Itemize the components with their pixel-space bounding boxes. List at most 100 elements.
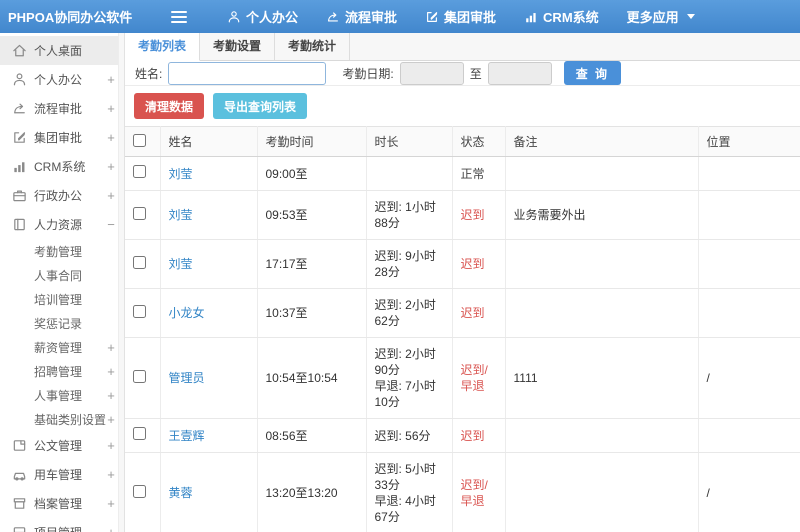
- sidebar-subitem-招聘管理[interactable]: 招聘管理 +: [0, 359, 124, 383]
- tab-考勤设置[interactable]: 考勤设置: [200, 33, 276, 60]
- search-button[interactable]: 查 询: [563, 61, 622, 85]
- attendance-time-cell: 17:17至: [257, 239, 367, 289]
- sidebar-scrollbar[interactable]: [118, 33, 124, 532]
- row-checkbox[interactable]: [133, 369, 146, 383]
- tab-strip: 考勤列表 考勤设置 考勤统计: [125, 33, 800, 61]
- menu-toggle-icon[interactable]: [171, 10, 187, 23]
- sidebar-item-8[interactable]: 公文管理 +: [0, 431, 124, 460]
- employee-name-link[interactable]: 小龙女: [169, 306, 205, 320]
- column-header-3: 时长: [366, 126, 453, 157]
- sidebar-item-label: CRM系统: [34, 160, 86, 174]
- location-cell: [698, 418, 800, 453]
- top-nav-label: CRM系统: [543, 10, 599, 25]
- duration-line: 迟到: 5小时33分: [374, 462, 436, 492]
- expand-icon[interactable]: +: [106, 340, 116, 355]
- sidebar-item-2[interactable]: 个人办公 +: [0, 65, 124, 94]
- duration-cell: 迟到: 1小时88分: [366, 190, 453, 240]
- sidebar-subitem-label: 招聘管理: [34, 364, 83, 379]
- table-row: 管理员 10:54至10:54 迟到: 2小时90分 早退: 7小时10分 迟到/早退 1…: [125, 337, 800, 419]
- note-cell: 1111: [505, 337, 699, 419]
- top-nav-item-4[interactable]: CRM系统: [510, 0, 613, 33]
- sidebar-subitem-基础类别设置[interactable]: 基础类别设置 +: [0, 407, 124, 431]
- share-icon: [326, 10, 340, 24]
- top-nav-item-3[interactable]: 集团审批: [411, 0, 510, 33]
- row-checkbox[interactable]: [133, 427, 146, 440]
- expand-icon[interactable]: +: [106, 159, 116, 174]
- employee-name-link[interactable]: 刘莹: [169, 208, 193, 222]
- expand-icon[interactable]: +: [106, 130, 116, 145]
- export-list-button[interactable]: 导出查询列表: [213, 93, 308, 119]
- sidebar-item-5[interactable]: CRM系统 +: [0, 152, 124, 181]
- sidebar-item-1[interactable]: 个人桌面: [0, 36, 124, 65]
- expand-icon[interactable]: +: [106, 101, 116, 116]
- tab-考勤统计[interactable]: 考勤统计: [275, 33, 351, 60]
- row-checkbox[interactable]: [133, 304, 146, 318]
- top-nav-item-5[interactable]: 更多应用: [613, 0, 709, 33]
- expand-icon[interactable]: +: [106, 188, 116, 203]
- sidebar-subitem-label: 奖惩记录: [34, 316, 83, 331]
- expand-icon[interactable]: +: [106, 364, 116, 379]
- sidebar-item-6[interactable]: 行政办公 +: [0, 181, 124, 210]
- status-badge: 迟到/早退: [452, 337, 506, 419]
- user-icon: [227, 10, 241, 24]
- collapse-icon[interactable]: −: [106, 217, 116, 232]
- sidebar-item-label: 流程审批: [34, 102, 83, 116]
- expand-icon[interactable]: +: [106, 388, 116, 403]
- sidebar-item-7[interactable]: 人力资源 −: [0, 210, 124, 239]
- expand-icon[interactable]: +: [106, 72, 116, 87]
- sidebar-item-11[interactable]: 项目管理+: [0, 518, 124, 532]
- sidebar-subitem-label: 薪资管理: [34, 340, 83, 355]
- select-all-checkbox[interactable]: [133, 133, 146, 147]
- clean-data-button[interactable]: 清理数据: [134, 93, 205, 119]
- expand-icon[interactable]: +: [106, 412, 116, 427]
- sidebar-subitem-人事合同[interactable]: 人事合同: [0, 263, 124, 287]
- table-row: 王壹辉 08:56至 迟到: 56分 迟到: [125, 418, 800, 453]
- duration-line: 迟到: 56分: [374, 428, 431, 443]
- expand-icon[interactable]: +: [106, 438, 116, 453]
- expand-icon[interactable]: +: [106, 525, 116, 532]
- employee-name-link[interactable]: 刘莹: [169, 167, 193, 181]
- sidebar-subitem-培训管理[interactable]: 培训管理: [0, 287, 124, 311]
- employee-name-link[interactable]: 管理员: [169, 371, 205, 385]
- home-icon: [12, 43, 27, 58]
- tab-考勤列表[interactable]: 考勤列表: [125, 33, 201, 61]
- sidebar-item-label: 用车管理: [34, 468, 83, 482]
- sidebar-item-4[interactable]: 集团审批 +: [0, 123, 124, 152]
- expand-icon[interactable]: +: [106, 496, 116, 511]
- top-nav-item-2[interactable]: 流程审批: [312, 0, 411, 33]
- date-to-input[interactable]: [487, 61, 552, 85]
- attendance-table: 姓名 考勤时间 时长 状态 备注 位置 刘莹 09:00至 正常 刘莹 09:53至 迟到: 1小时…: [125, 126, 800, 532]
- status-badge: 迟到: [452, 190, 506, 240]
- sidebar-item-3[interactable]: 流程审批 +: [0, 94, 124, 123]
- sidebar-item-label: 公文管理: [34, 439, 83, 453]
- row-checkbox[interactable]: [133, 206, 146, 220]
- row-checkbox[interactable]: [133, 484, 146, 498]
- table-row: 小龙女 10:37至 迟到: 2小时62分 迟到: [125, 288, 800, 338]
- duration-line: 早退: 7小时10分: [374, 379, 436, 409]
- employee-name-link[interactable]: 王壹辉: [169, 429, 205, 443]
- sidebar-subitem-人事管理[interactable]: 人事管理 +: [0, 383, 124, 407]
- top-nav-label: 流程审批: [345, 10, 398, 25]
- name-filter-input[interactable]: [168, 61, 327, 85]
- employee-name-link[interactable]: 黄蓉: [169, 486, 193, 500]
- caret-down-icon: [684, 14, 695, 19]
- app-logo[interactable]: PHPOA协同办公软件: [0, 7, 132, 26]
- date-filter-label: 考勤日期:: [342, 66, 394, 81]
- table-header-row: 姓名 考勤时间 时长 状态 备注 位置: [125, 126, 800, 157]
- status-badge: 迟到: [452, 418, 506, 453]
- expand-icon[interactable]: +: [106, 467, 116, 482]
- row-checkbox[interactable]: [133, 165, 146, 178]
- date-from-input[interactable]: [399, 61, 464, 85]
- sidebar-subitem-考勤管理[interactable]: 考勤管理: [0, 239, 124, 263]
- sidebar-item-9[interactable]: 用车管理 +: [0, 460, 124, 489]
- top-navbar: PHPOA协同办公软件 个人办公 流程审批 集团审批 CRM系统 更多应用: [0, 0, 800, 33]
- top-nav-item-1[interactable]: 个人办公: [213, 0, 312, 33]
- employee-name-link[interactable]: 刘莹: [169, 257, 193, 271]
- column-header-6: 位置: [698, 126, 800, 157]
- row-checkbox[interactable]: [133, 255, 146, 269]
- sidebar-item-10[interactable]: 档案管理 +: [0, 489, 124, 518]
- sidebar-subitem-label: 培训管理: [34, 292, 83, 307]
- top-nav: 个人办公 流程审批 集团审批 CRM系统 更多应用: [213, 0, 709, 33]
- sidebar-subitem-奖惩记录[interactable]: 奖惩记录: [0, 311, 124, 335]
- sidebar-subitem-薪资管理[interactable]: 薪资管理 +: [0, 335, 124, 359]
